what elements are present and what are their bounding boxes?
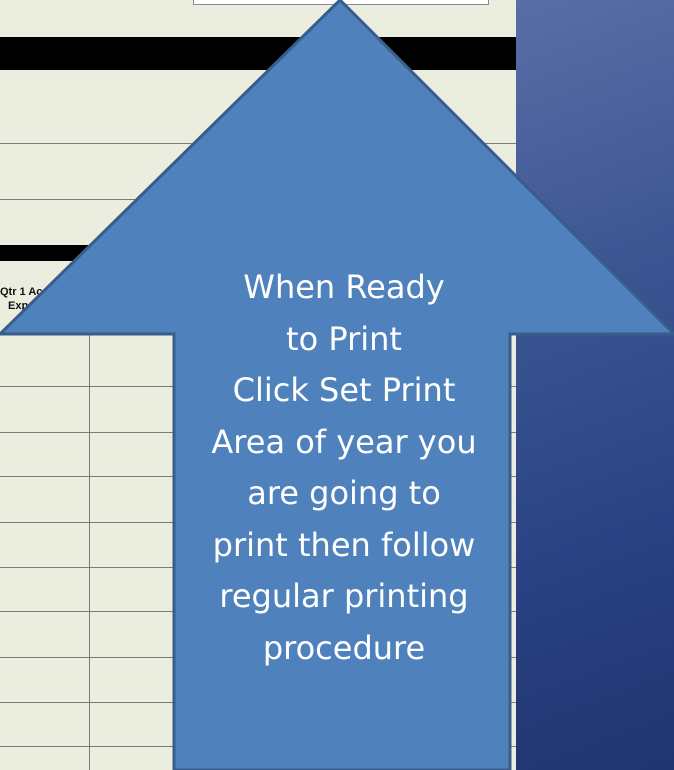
screen: Se ns Qtr 1 Ac Exp When Ready to Print C…	[0, 0, 674, 770]
callout-text: When Ready to Print Click Set Print Area…	[211, 268, 477, 667]
